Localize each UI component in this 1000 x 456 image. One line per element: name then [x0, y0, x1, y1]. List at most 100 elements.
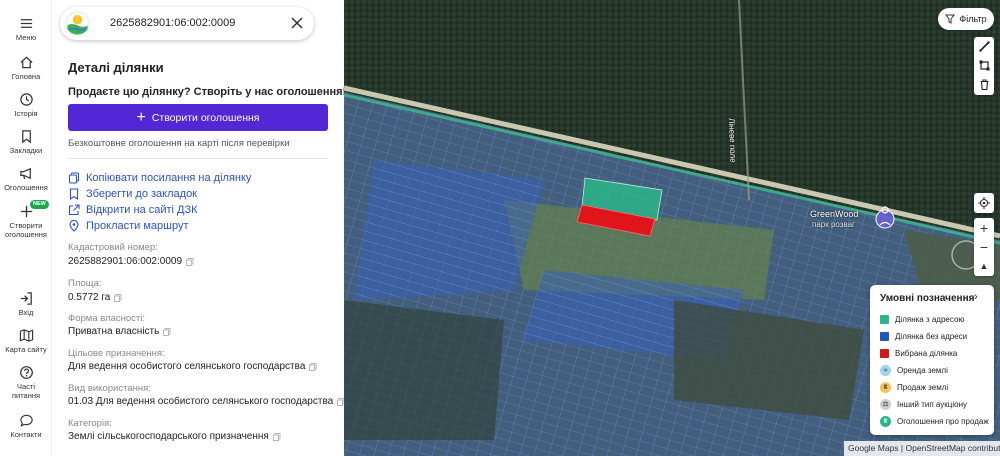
- draw-line-tool[interactable]: [974, 37, 994, 56]
- copy-icon[interactable]: [272, 432, 281, 441]
- zoom-controls: + − ▲: [974, 218, 994, 276]
- left-nav-rail: Меню Головна Історія Закладки Оголошення…: [0, 0, 52, 456]
- home-icon: [19, 56, 33, 69]
- blue-swatch: [880, 331, 889, 341]
- copy-icon: [68, 172, 80, 184]
- site-logo-icon: [65, 11, 90, 36]
- chevron-right-icon[interactable]: ›: [974, 291, 978, 303]
- nav-bookmarks[interactable]: Закладки: [0, 129, 52, 155]
- copy-link-label: Копіювати посилання на ділянку: [86, 172, 252, 184]
- nav-contacts-label: Контакти: [10, 430, 42, 439]
- route-label: Прокласти маршрут: [86, 220, 189, 232]
- rent-icon: ≈: [880, 364, 891, 376]
- locate-me-button[interactable]: [974, 193, 994, 213]
- close-icon[interactable]: [290, 16, 304, 30]
- nav-site-map[interactable]: Карта сайту: [0, 328, 52, 354]
- nav-home[interactable]: Головна: [0, 55, 52, 81]
- plus-icon: +: [136, 108, 146, 126]
- sale-ad-icon: ₴: [880, 415, 891, 427]
- save-bookmark-label: Зберегти до закладок: [86, 188, 197, 200]
- location-pin-icon: [69, 220, 79, 232]
- divider: [68, 158, 328, 159]
- legend-label: Ділянка з адресою: [895, 314, 965, 324]
- filter-button[interactable]: Фільтр: [938, 8, 994, 30]
- copy-link-action[interactable]: Копіювати посилання на ділянку: [68, 171, 251, 185]
- menu-label: Меню: [15, 33, 37, 42]
- filter-icon: [945, 14, 956, 24]
- map-view[interactable]: Ліневе поле GreenWood парк розваг Фільтр…: [344, 0, 1000, 456]
- draw-polygon-tool[interactable]: [974, 56, 994, 75]
- polygon-icon: [979, 60, 989, 71]
- cadastral-number-text: 2625882901:06:002:0009: [68, 256, 183, 267]
- nav-faq-label-2: питання: [11, 391, 41, 400]
- nav-login-label: Вхід: [18, 308, 34, 317]
- sale-icon: ₴: [880, 381, 891, 393]
- question-icon: [19, 366, 33, 379]
- create-ad-button[interactable]: + Створити оголошення: [68, 104, 328, 131]
- legend-label: Продаж землі: [897, 382, 949, 392]
- save-bookmark-action[interactable]: Зберегти до закладок: [68, 187, 197, 201]
- legend-item-sale-ad: ₴ Оголошення про продаж: [880, 415, 989, 427]
- nav-create-ad[interactable]: NEW Створити оголошення: [0, 200, 52, 239]
- copy-icon[interactable]: [163, 327, 171, 336]
- search-box[interactable]: 2625882901:06:002:0009: [60, 7, 314, 40]
- purpose-text: Для ведення особистого селянського госпо…: [68, 361, 306, 372]
- nav-ads[interactable]: Оголошення: [0, 166, 52, 192]
- nav-create-label-2: оголошення: [5, 230, 47, 239]
- nav-site-map-label: Карта сайту: [5, 345, 47, 354]
- nav-history[interactable]: Історія: [0, 92, 52, 118]
- map-attribution[interactable]: Google Maps | OpenStreetMap contributors: [844, 441, 1000, 456]
- map-legend: Умовні позначення › Ділянка з адресою Ді…: [870, 285, 994, 435]
- poi-label: GreenWood: [810, 209, 859, 219]
- legend-label: Оголошення про продаж: [897, 416, 989, 426]
- login-icon: [20, 292, 32, 305]
- compass-button[interactable]: ▲: [974, 256, 994, 275]
- category-text: Землі сільськогосподарського призначення: [68, 431, 269, 442]
- ownership-value: Приватна власність: [68, 326, 171, 337]
- menu-button[interactable]: Меню: [0, 16, 52, 42]
- external-link-icon: [68, 204, 80, 216]
- ruler-icon: [978, 41, 990, 52]
- copy-icon[interactable]: [309, 362, 317, 371]
- usage-value: 01.03 Для ведення особистого селянського…: [68, 396, 344, 407]
- road-label: Ліневе поле: [727, 118, 738, 163]
- red-swatch: [880, 348, 889, 358]
- zoom-in-button[interactable]: +: [974, 218, 994, 237]
- purpose-value: Для ведення особистого селянського госпо…: [68, 361, 317, 372]
- nav-home-label: Головна: [11, 72, 41, 81]
- ownership-text: Приватна власність: [68, 326, 160, 337]
- trash-icon: [980, 79, 988, 90]
- route-action[interactable]: Прокласти маршрут: [68, 219, 189, 233]
- compass-icon: ▲: [979, 260, 989, 271]
- area-value: 0.5772 га: [68, 292, 122, 303]
- nav-login[interactable]: Вхід: [0, 291, 52, 317]
- draw-tools: [974, 37, 994, 95]
- free-ad-note: Безкоштовне оголошення на карті після пе…: [68, 138, 290, 149]
- area-text: 0.5772 га: [68, 292, 111, 303]
- open-dzk-action[interactable]: Відкрити на сайті ДЗК: [68, 203, 198, 217]
- legend-label: Оренда землі: [897, 365, 948, 375]
- nav-create-label-1: Створити: [9, 221, 43, 230]
- poi-label-2: парк розваг: [812, 220, 855, 229]
- legend-label: Ділянка без адреси: [895, 331, 968, 341]
- legend-item-sale: ₴ Продаж землі: [880, 381, 948, 393]
- delete-tool[interactable]: [974, 75, 994, 94]
- legend-item-rent: ≈ Оренда землі: [880, 364, 948, 376]
- category-label: Категорія:: [68, 418, 112, 429]
- bookmark-icon: [21, 130, 31, 144]
- crosshair-icon: [978, 197, 990, 209]
- purpose-label: Цільове призначення:: [68, 348, 165, 359]
- copy-icon[interactable]: [114, 293, 122, 302]
- auction-icon: ⚖: [880, 398, 891, 410]
- zoom-out-button[interactable]: −: [974, 237, 994, 256]
- nav-contacts[interactable]: Контакти: [0, 413, 52, 439]
- copy-icon[interactable]: [186, 257, 194, 266]
- nav-bookmarks-label: Закладки: [9, 146, 43, 155]
- nav-faq-label-1: Часті: [16, 382, 36, 391]
- nav-ads-label: Оголошення: [4, 183, 48, 192]
- search-input[interactable]: 2625882901:06:002:0009: [110, 17, 235, 29]
- nav-history-label: Історія: [14, 109, 38, 118]
- copy-icon[interactable]: [337, 397, 344, 406]
- nav-faq[interactable]: Часті питання: [0, 365, 52, 400]
- parcel-details-panel: 2625882901:06:002:0009 Деталі ділянки Пр…: [52, 0, 344, 456]
